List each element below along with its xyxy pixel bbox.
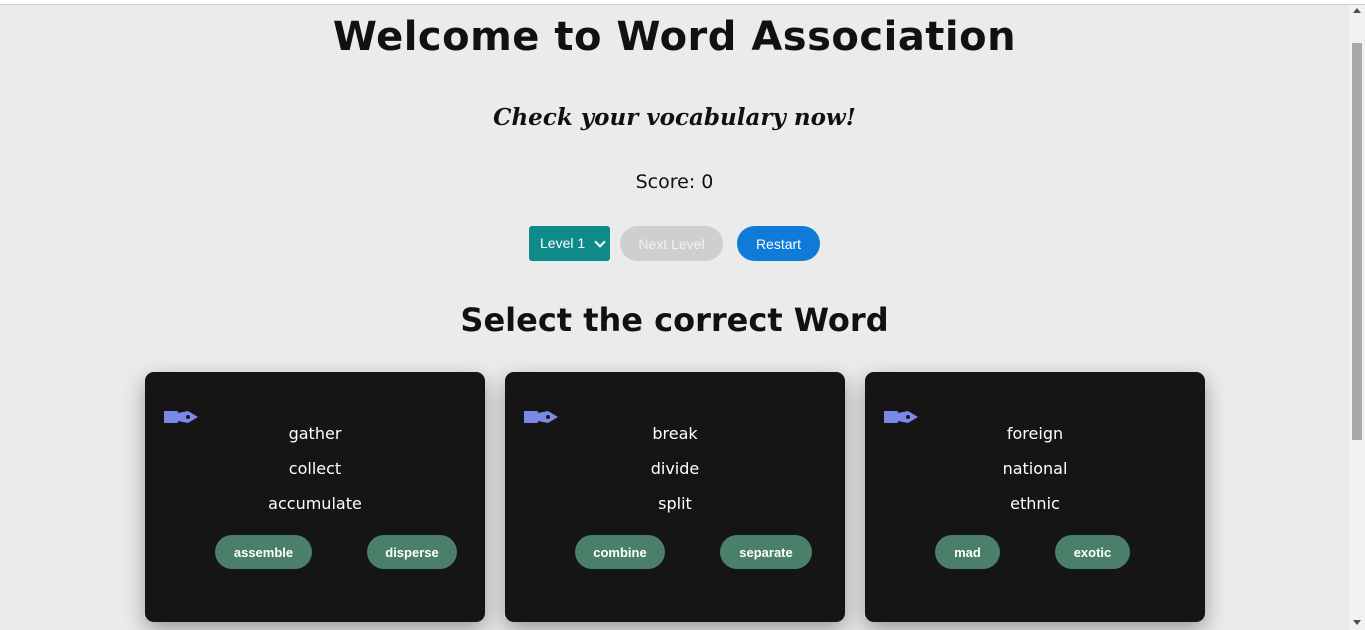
level-select[interactable]: Level 1 xyxy=(529,226,610,261)
option-button[interactable]: assemble xyxy=(215,535,312,569)
speaker-icon[interactable] xyxy=(524,410,558,424)
clue-word: break xyxy=(652,424,698,443)
clue-word: accumulate xyxy=(268,494,362,513)
clue-word: gather xyxy=(288,424,342,443)
next-level-button[interactable]: Next Level xyxy=(620,226,723,261)
section-title: Select the correct Word xyxy=(460,301,889,339)
speaker-icon[interactable] xyxy=(884,410,918,424)
clue-word: collect xyxy=(288,459,342,478)
chevron-down-icon xyxy=(594,236,606,248)
option-button[interactable]: disperse xyxy=(367,535,457,569)
clue-word: divide xyxy=(650,459,700,478)
option-button[interactable]: mad xyxy=(935,535,1000,569)
option-button[interactable]: exotic xyxy=(1055,535,1130,569)
word-card: break divide split combine separate xyxy=(505,372,845,622)
clue-word: ethnic xyxy=(1010,494,1060,513)
vertical-scrollbar[interactable] xyxy=(1349,5,1365,630)
clue-word: foreign xyxy=(1006,424,1064,443)
speaker-icon[interactable] xyxy=(164,410,198,424)
option-button[interactable]: combine xyxy=(575,535,665,569)
clue-word: national xyxy=(1002,459,1068,478)
clue-word: split xyxy=(658,494,692,513)
scroll-down-arrow-icon[interactable] xyxy=(1353,620,1361,625)
scrollbar-thumb[interactable] xyxy=(1352,43,1362,440)
scroll-up-arrow-icon[interactable] xyxy=(1353,8,1361,13)
word-card: gather collect accumulate assemble dispe… xyxy=(145,372,485,622)
option-button[interactable]: separate xyxy=(720,535,812,569)
word-card: foreign national ethnic mad exotic xyxy=(865,372,1205,622)
page-subtitle: Check your vocabulary now! xyxy=(493,104,856,131)
page-title: Welcome to Word Association xyxy=(332,14,1017,60)
restart-button[interactable]: Restart xyxy=(737,226,820,261)
score-display: Score: 0 xyxy=(635,171,714,193)
controls-bar: Level 1 Next Level Restart xyxy=(529,226,820,261)
level-select-value: Level 1 xyxy=(540,235,586,251)
page: Welcome to Word Association Check your v… xyxy=(0,5,1349,630)
